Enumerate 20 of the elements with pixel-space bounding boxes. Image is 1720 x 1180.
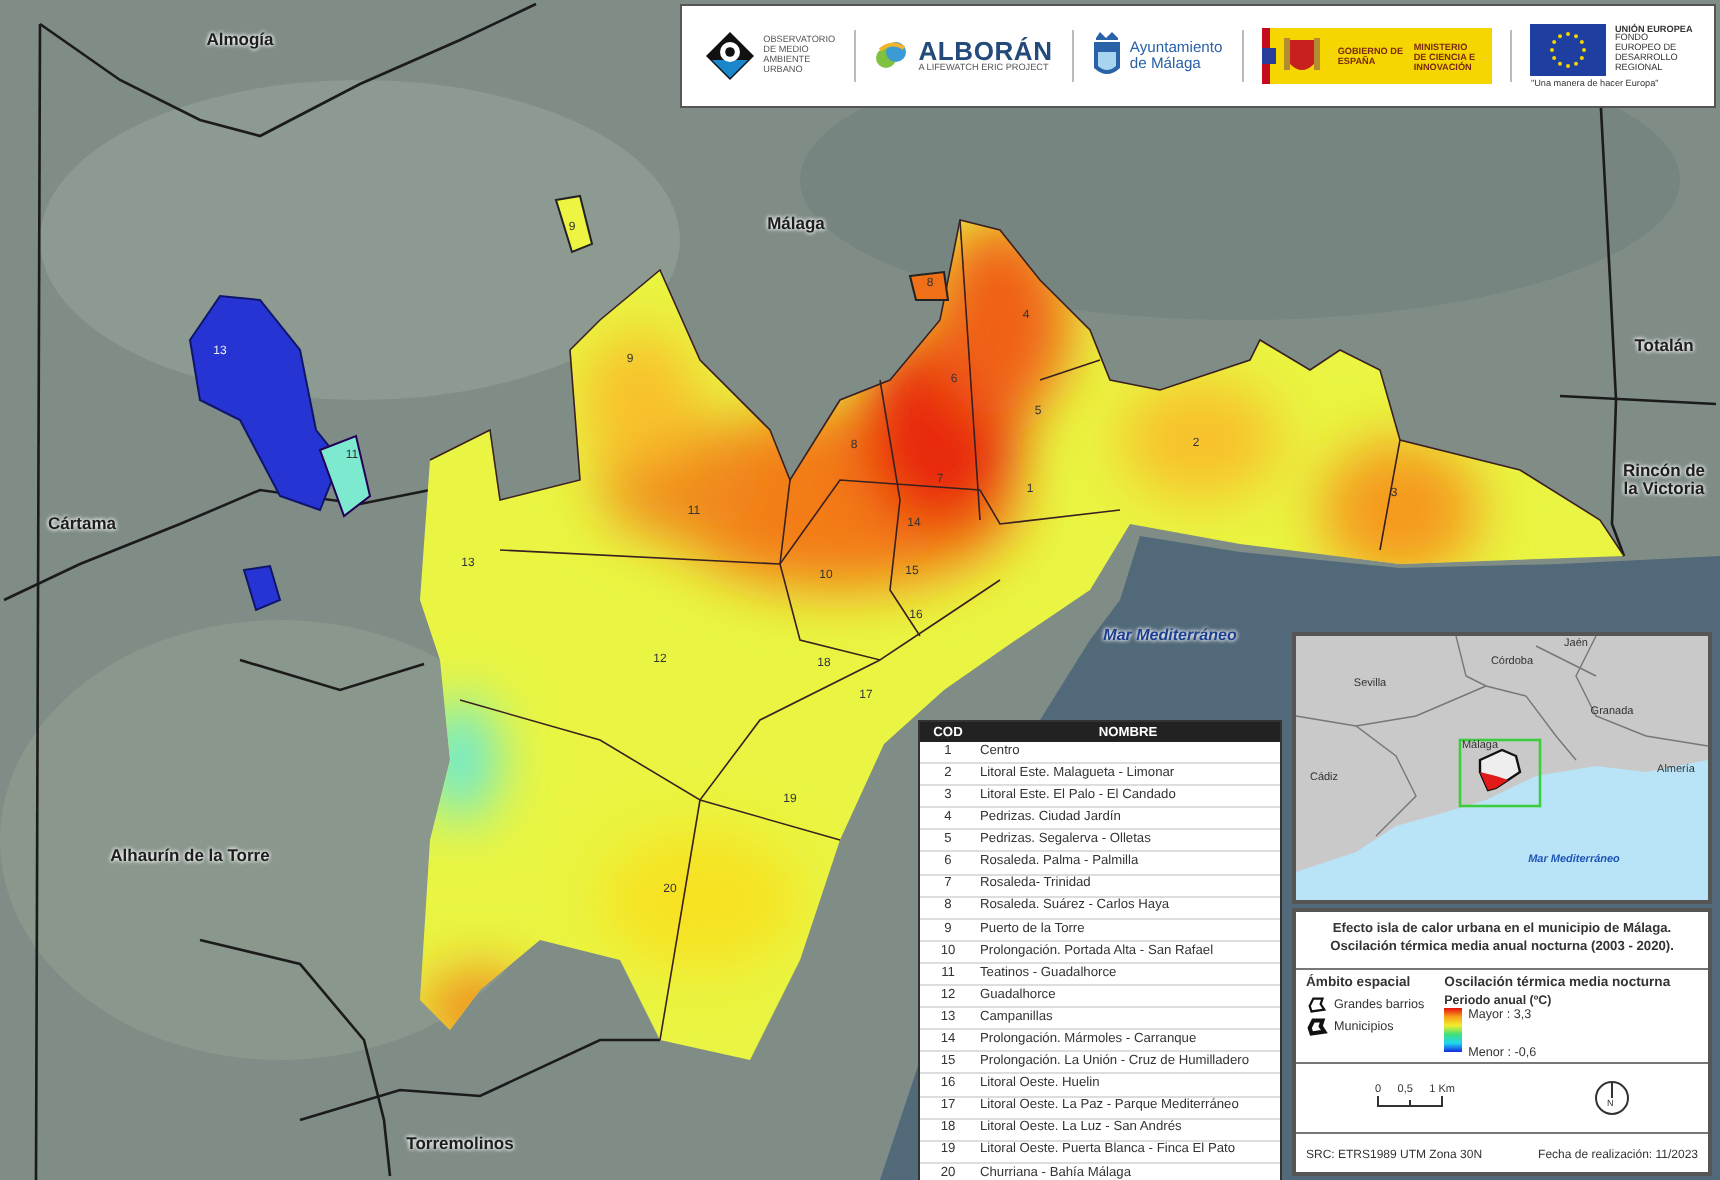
logo-wordmark: ALBORÁN xyxy=(918,37,1053,65)
place-name-label: Totalán xyxy=(1634,337,1694,355)
place-name-label: Málaga xyxy=(767,215,825,233)
outline-symbol-icon xyxy=(1306,994,1328,1016)
place-name-label: Torremolinos xyxy=(406,1135,514,1153)
coat-of-arms-icon xyxy=(1091,32,1122,80)
district-area xyxy=(554,194,594,254)
sea-name-label: Mar Mediterráneo xyxy=(1103,627,1237,645)
district-area xyxy=(318,434,372,518)
scale-bar xyxy=(1375,1096,1443,1108)
diamond-eye-logo-icon xyxy=(703,30,756,82)
place-name-label: Cártama xyxy=(47,515,117,533)
district-area xyxy=(242,564,282,612)
place-name-label: Alhaurín de la Torre xyxy=(110,847,270,865)
outline-symbol-icon xyxy=(1306,1016,1328,1038)
eu-flag-icon xyxy=(1530,23,1607,76)
place-name-label: Almogía xyxy=(206,31,274,49)
leaf-logo-icon xyxy=(874,39,911,72)
place-name-label: Rincón de la Victoria xyxy=(1620,462,1708,498)
color-ramp xyxy=(1444,1008,1463,1052)
